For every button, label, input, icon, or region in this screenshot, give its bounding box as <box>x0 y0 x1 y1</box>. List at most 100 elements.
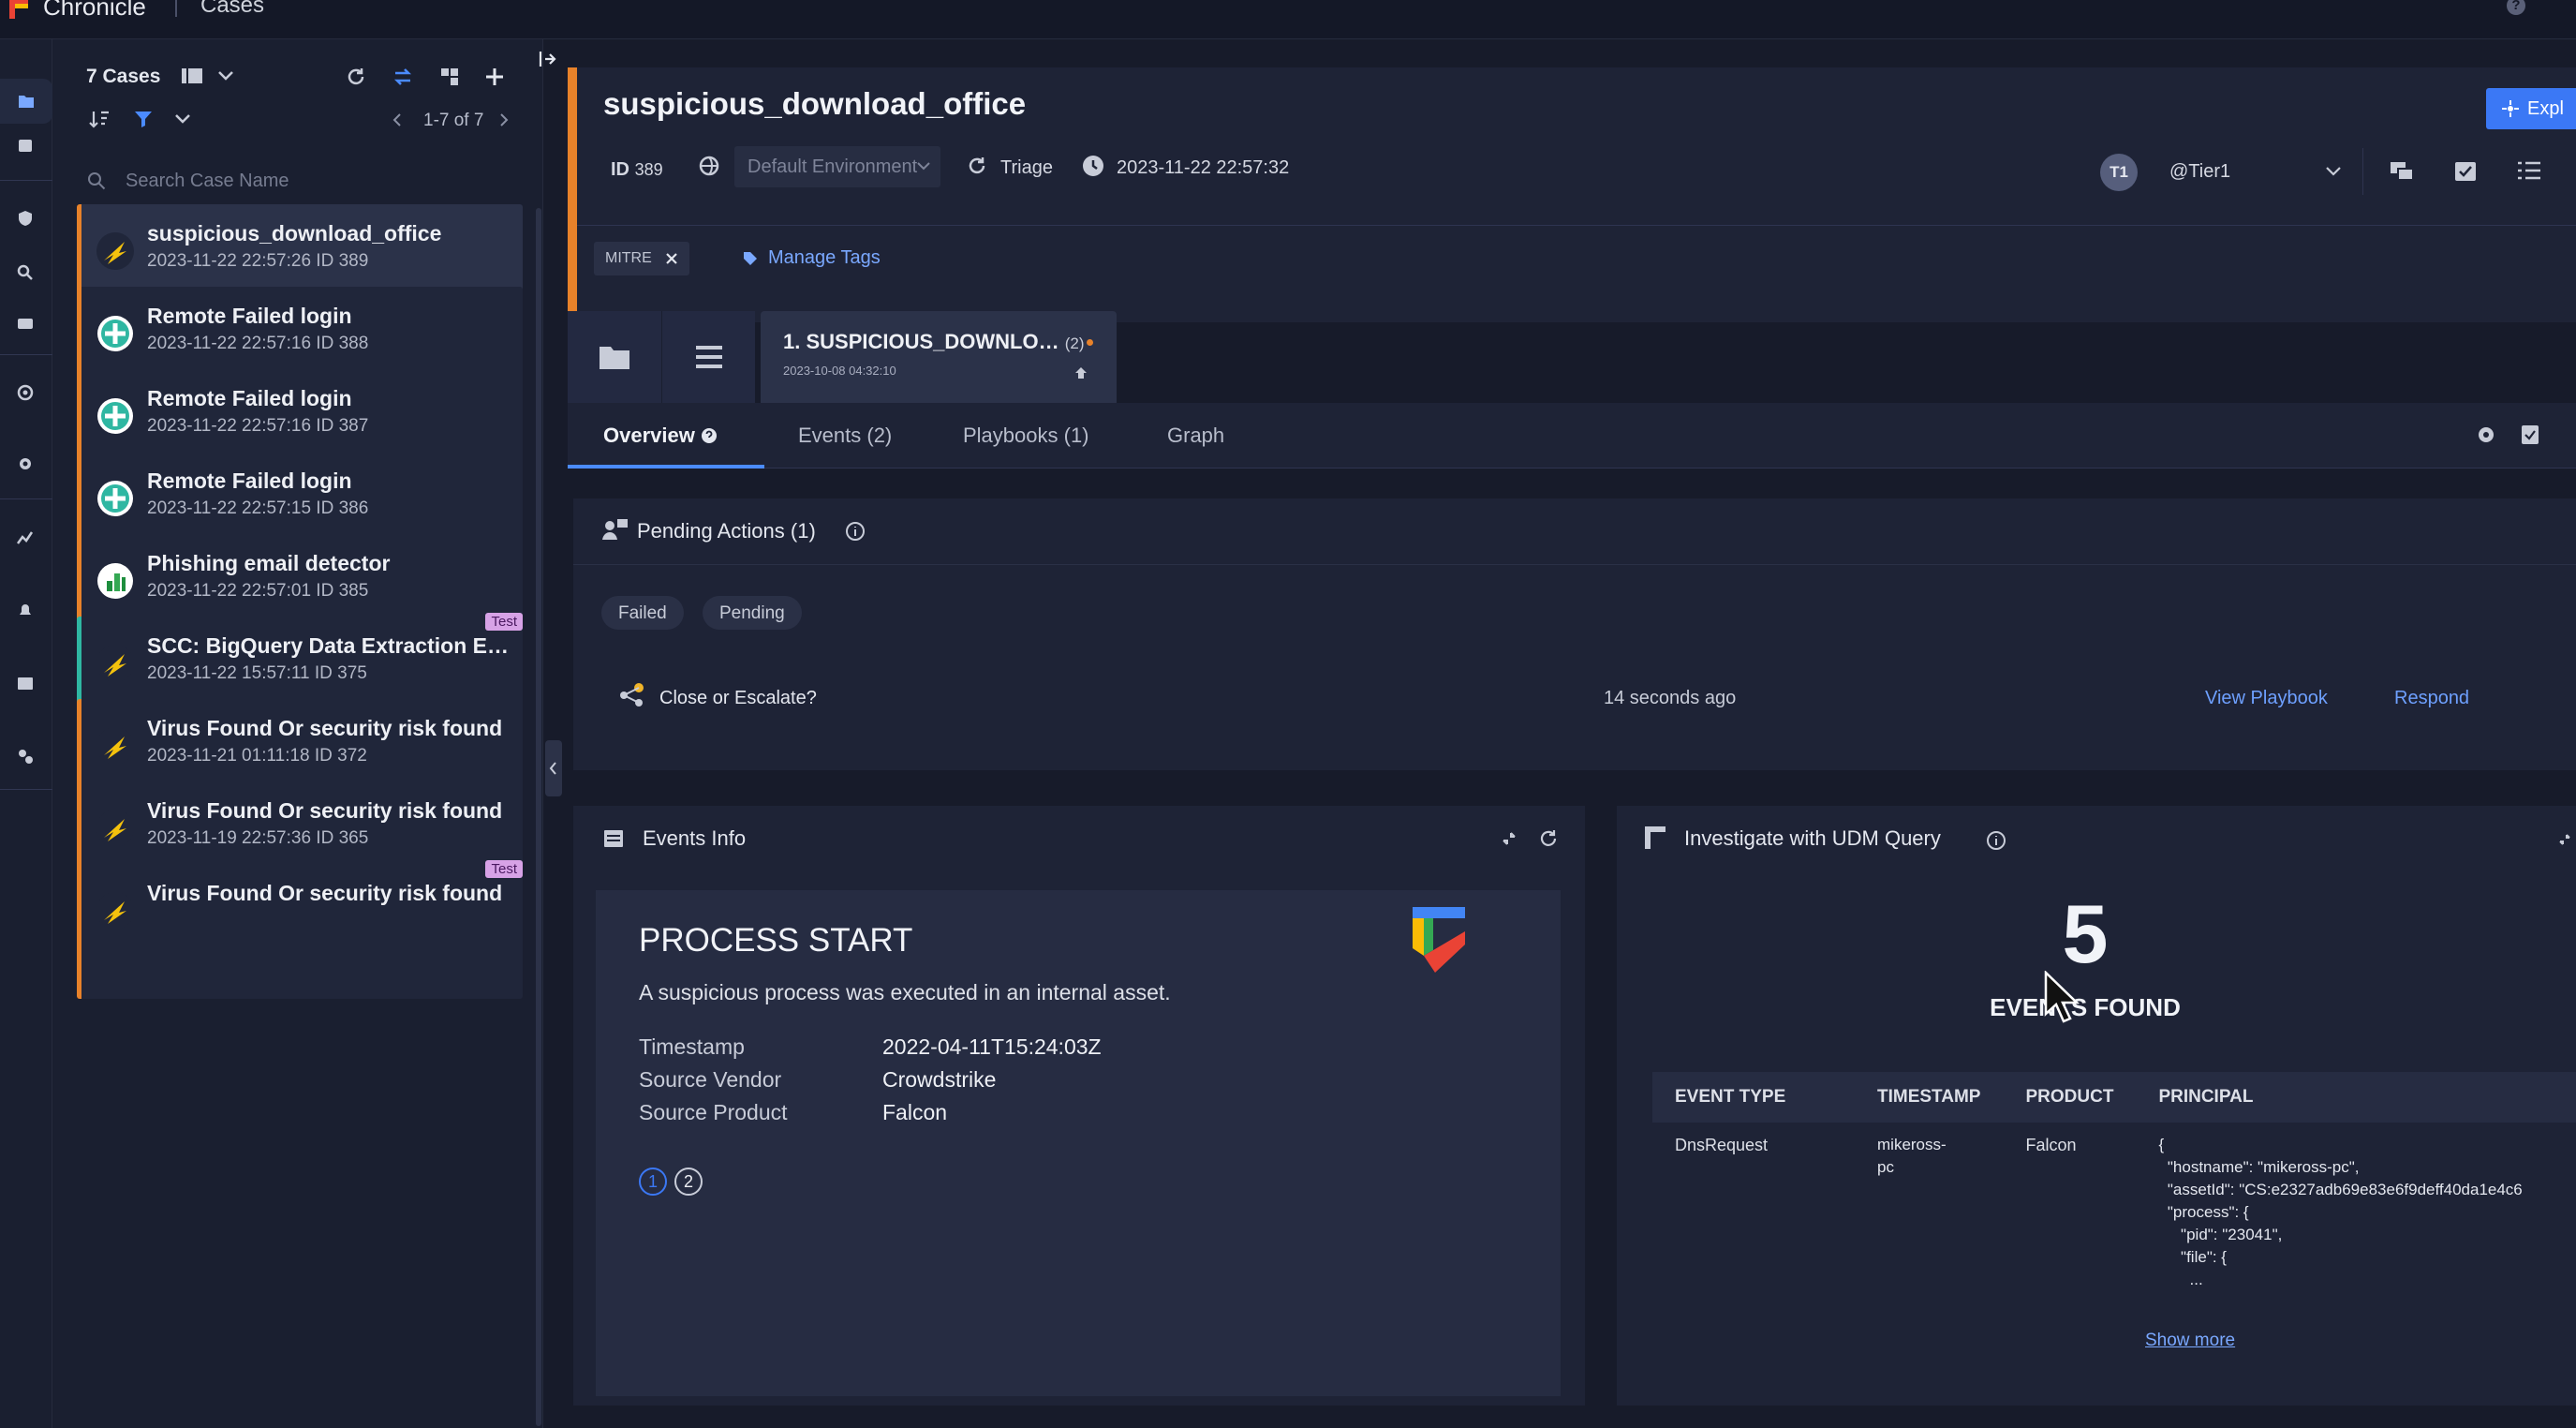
search-icon <box>86 171 107 191</box>
column-header[interactable]: EVENT TYPE <box>1652 1072 1855 1123</box>
collapse-icon[interactable] <box>2557 832 2572 847</box>
tab-playbooks[interactable]: Playbooks (1) <box>963 424 1089 448</box>
list-tab[interactable] <box>661 311 755 403</box>
alert-tab[interactable]: 1. SUSPICIOUS_DOWNLO… (2) 2023-10-08 04:… <box>761 311 1117 403</box>
cases-nav-icon[interactable] <box>0 79 52 124</box>
case-list-scrollbar[interactable] <box>536 208 541 1426</box>
chevron-down-icon[interactable] <box>217 69 234 82</box>
field-key: Timestamp <box>639 1034 745 1059</box>
event-page-2[interactable]: 2 <box>674 1168 703 1196</box>
case-id: ID 389 <box>611 159 663 181</box>
mouse-cursor-icon <box>2044 971 2080 1023</box>
collapse-icon[interactable] <box>1501 830 1517 847</box>
expand-panel-icon[interactable] <box>538 49 558 69</box>
environment-select[interactable]: Default Environment <box>734 146 940 187</box>
workdesk-nav-icon[interactable] <box>13 133 37 157</box>
case-title: suspicious_download_office <box>147 221 442 245</box>
detection-nav-icon[interactable] <box>13 206 37 231</box>
refresh-icon[interactable] <box>1538 828 1559 849</box>
investigation-nav-icon[interactable] <box>13 311 37 335</box>
header-divider <box>2362 148 2363 195</box>
id-value: 389 <box>634 160 663 179</box>
alert-name: 1. SUSPICIOUS_DOWNLO… <box>783 330 1059 353</box>
udm-query-panel: Investigate with UDM Query 5 EVENTS FOUN… <box>1617 806 2576 1406</box>
alerts-nav-icon[interactable] <box>13 598 37 622</box>
column-header[interactable]: TIMESTAMP <box>1855 1072 2004 1123</box>
sync-icon[interactable] <box>392 66 414 88</box>
lightning-icon <box>96 232 134 270</box>
case-meta: 2023-11-22 22:57:15 ID 386 <box>147 498 369 518</box>
add-case-icon[interactable] <box>483 66 506 88</box>
udm-results-table: EVENT TYPE TIMESTAMP PRODUCT PRINCIPAL D… <box>1652 1072 2576 1302</box>
tasks-icon[interactable] <box>2452 157 2479 184</box>
radar-nav-icon[interactable] <box>13 380 37 405</box>
marketplace-nav-icon[interactable] <box>13 671 37 695</box>
lightning-icon <box>96 645 134 682</box>
search-input[interactable] <box>126 165 519 197</box>
help-icon[interactable]: ? <box>2507 0 2525 15</box>
clipboard-icon[interactable] <box>2520 422 2540 446</box>
chevron-right-icon[interactable] <box>498 112 510 127</box>
column-header[interactable]: PRINCIPAL <box>2136 1072 2576 1123</box>
search-nav-icon[interactable] <box>13 260 37 285</box>
dashboard-nav-icon[interactable] <box>13 525 37 549</box>
grid-icon[interactable] <box>438 66 461 88</box>
stage-icon <box>965 154 989 178</box>
list-icon[interactable] <box>2516 159 2542 182</box>
chevron-down-icon[interactable] <box>2325 165 2342 178</box>
view-toggle-icon[interactable] <box>180 66 204 86</box>
tag-chip[interactable]: MITRE <box>594 242 689 275</box>
chevron-down-icon[interactable] <box>174 112 191 126</box>
case-title: Virus Found Or security risk found <box>147 881 503 905</box>
cell-timestamp-text: mikeross- pc <box>1877 1136 1947 1176</box>
tab-graph[interactable]: Graph <box>1167 424 1224 448</box>
filter-chip-pending[interactable]: Pending <box>703 596 802 630</box>
cell-event-type: DnsRequest <box>1675 1136 1769 1154</box>
tab-overview[interactable]: Overview <box>603 424 718 448</box>
case-title: SCC: BigQuery Data Extraction Enri… <box>147 633 522 658</box>
view-playbook-link[interactable]: View Playbook <box>2205 688 2328 709</box>
settings-nav-icon[interactable] <box>13 452 37 476</box>
manage-tags-link[interactable]: Manage Tags <box>742 247 881 269</box>
collapse-panel-button[interactable] <box>545 740 562 796</box>
refresh-icon[interactable] <box>345 66 367 88</box>
table-row[interactable]: DnsRequest mikeross- pc Falcon { "hostna… <box>1652 1123 2576 1302</box>
admin-nav-icon[interactable] <box>13 744 37 768</box>
tab-events[interactable]: Events (2) <box>798 424 892 448</box>
explore-button[interactable]: Expl <box>2486 88 2576 129</box>
app-name: Chronicle <box>43 0 146 21</box>
filter-icon[interactable] <box>133 109 154 129</box>
chat-icon[interactable] <box>2389 159 2415 184</box>
case-card[interactable]: Virus Found Or security risk found Test <box>77 860 523 999</box>
top-bar: Chronicle Cases ? <box>0 0 2576 39</box>
sort-icon[interactable] <box>88 109 111 129</box>
filter-chip-failed[interactable]: Failed <box>601 596 684 630</box>
principal-json: { "hostname": "mikeross-pc", "assetId": … <box>2158 1136 2523 1288</box>
event-description: A suspicious process was executed in an … <box>639 980 1171 1004</box>
show-more-link[interactable]: Show more <box>2145 1331 2235 1351</box>
info-icon[interactable] <box>845 521 866 542</box>
folder-tab[interactable] <box>568 311 661 403</box>
chevron-left-icon[interactable] <box>392 112 403 127</box>
assignee-avatar: T1 <box>2100 154 2138 191</box>
event-page-1[interactable]: 1 <box>639 1168 667 1196</box>
field-key: Source Product <box>639 1100 788 1124</box>
environment-value: Default Environment <box>748 156 918 177</box>
cell-product: Falcon <box>2025 1136 2077 1154</box>
case-search <box>77 163 526 201</box>
respond-link[interactable]: Respond <box>2394 688 2469 709</box>
assignee-name[interactable]: @Tier1 <box>2169 161 2230 183</box>
tag-icon <box>744 251 757 265</box>
table-header-row: EVENT TYPE TIMESTAMP PRODUCT PRINCIPAL <box>1652 1072 2576 1123</box>
case-stage[interactable]: Triage <box>1000 157 1053 179</box>
case-meta: 2023-11-22 22:57:01 ID 385 <box>147 581 369 601</box>
column-header[interactable]: PRODUCT <box>2003 1072 2137 1123</box>
gear-icon[interactable] <box>2475 424 2497 446</box>
list-icon <box>695 346 722 368</box>
case-meta: 2023-11-22 15:57:11 ID 375 <box>147 663 367 683</box>
help-icon <box>701 428 717 443</box>
close-icon[interactable] <box>665 252 678 265</box>
case-title: Remote Failed login <box>147 304 352 328</box>
info-icon[interactable] <box>1986 830 2006 851</box>
events-found-count: 5 <box>2062 887 2109 980</box>
